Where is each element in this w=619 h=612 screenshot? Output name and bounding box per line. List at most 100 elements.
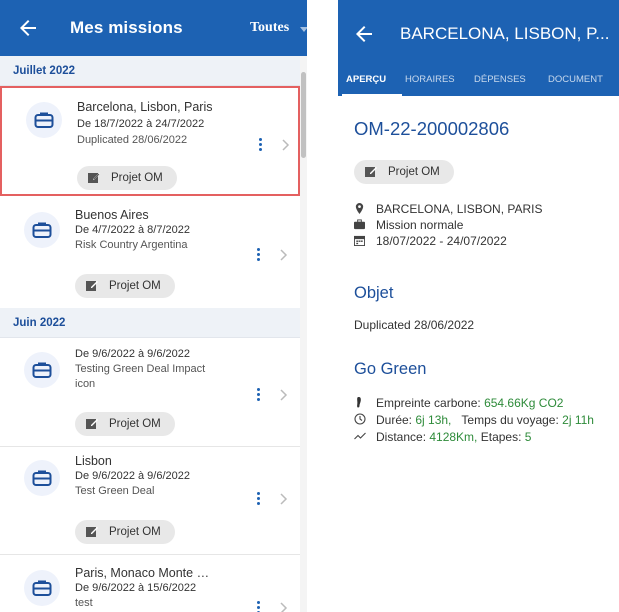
carbon-text: Empreinte carbone: 654.66Kg CO2: [376, 396, 563, 410]
missions-list-panel: Mes missions Toutes Juillet 2022 Barcelo…: [0, 0, 307, 612]
status-chip: Projet OM: [354, 160, 454, 184]
destinations-text: BARCELONA, LISBON, PARIS: [376, 202, 543, 216]
scrollbar-thumb[interactable]: [301, 72, 306, 158]
detail-tabs: APERÇU HORAIRES DÉPENSES DOCUMENT: [338, 66, 619, 96]
briefcase-icon: [26, 102, 62, 138]
chevron-right-icon[interactable]: [278, 601, 288, 612]
chip-label: Projet OM: [109, 418, 161, 430]
tab-apercu[interactable]: APERÇU: [346, 74, 386, 85]
mission-note: icon: [75, 378, 96, 390]
mission-dates: De 9/6/2022 à 9/6/2022: [75, 470, 190, 482]
mission-dates: De 9/6/2022 à 15/6/2022: [75, 582, 197, 594]
edit-icon: [88, 173, 100, 183]
travel-time-value: 2j 11h: [562, 413, 594, 427]
distance-text: Distance: 4128Km, Etapes: 5: [376, 430, 531, 444]
mission-note: Test Green Deal: [75, 485, 155, 497]
status-chip: Projet OM: [75, 412, 175, 436]
chevron-down-icon[interactable]: [300, 27, 307, 32]
steps-value: 5: [524, 430, 532, 444]
tab-documents[interactable]: DOCUMENT: [548, 74, 603, 85]
filter-dropdown[interactable]: Toutes: [250, 20, 289, 36]
status-chip: Projet OM: [77, 166, 177, 190]
mission-note: Risk Country Argentina: [75, 239, 188, 251]
section-header: Juin 2022: [0, 308, 300, 338]
edit-icon: [365, 167, 377, 177]
mission-detail-panel: BARCELONA, LISBON, P... APERÇU HORAIRES …: [338, 0, 619, 612]
section-label: Juin 2022: [13, 317, 66, 329]
briefcase-icon: [354, 219, 365, 230]
distance-label: Distance:: [376, 430, 430, 444]
page-title: Mes missions: [70, 18, 183, 37]
back-arrow-icon[interactable]: [352, 22, 376, 46]
mission-card[interactable]: Barcelona, Lisbon, Paris De 18/7/2022 à …: [0, 86, 300, 196]
chip-label: Projet OM: [109, 526, 161, 538]
chip-label: Projet OM: [109, 280, 161, 292]
tab-horaires[interactable]: HORAIRES: [405, 74, 455, 85]
objet-text: Duplicated 28/06/2022: [354, 318, 475, 332]
om-number: OM-22-200002806: [354, 118, 510, 139]
mission-title: Buenos Aires: [75, 208, 149, 222]
mission-card[interactable]: De 9/6/2022 à 9/6/2022 Testing Green Dea…: [0, 338, 300, 440]
distance-value: 4128Km,: [429, 430, 478, 444]
edit-icon: [86, 281, 98, 291]
chip-label: Projet OM: [388, 166, 440, 178]
location-pin-icon: [355, 203, 364, 214]
status-chip: Projet OM: [75, 520, 175, 544]
mission-dates: De 18/7/2022 à 24/7/2022: [77, 118, 205, 130]
detail-app-bar: BARCELONA, LISBON, P...: [338, 0, 619, 66]
chevron-right-icon[interactable]: [278, 388, 288, 402]
mission-title: Barcelona, Lisbon, Paris: [77, 100, 213, 114]
mission-title: Paris, Monaco Monte …: [75, 566, 210, 580]
more-vert-icon[interactable]: [255, 248, 261, 262]
period-text: 18/07/2022 - 24/07/2022: [376, 234, 507, 248]
mission-dates: De 4/7/2022 à 8/7/2022: [75, 224, 190, 236]
briefcase-icon: [24, 212, 60, 248]
steps-label: Etapes:: [480, 430, 525, 444]
footprint-icon: [357, 397, 361, 408]
mission-dates: Testing Green Deal Impact: [75, 363, 206, 375]
section-header: Juillet 2022: [0, 56, 300, 86]
active-tab-indicator: [342, 94, 402, 97]
carbon-value: 654.66Kg CO2: [484, 396, 564, 410]
mission-type-text: Mission normale: [376, 218, 464, 232]
tab-depenses[interactable]: DÉPENSES: [474, 74, 526, 85]
mission-note: test: [75, 597, 93, 609]
edit-icon: [86, 419, 98, 429]
duration-value: 6j 13h,: [415, 413, 452, 427]
mission-card[interactable]: Lisbon De 9/6/2022 à 9/6/2022 Test Green…: [0, 448, 300, 550]
more-vert-icon[interactable]: [257, 138, 263, 152]
mission-title: De 9/6/2022 à 9/6/2022: [75, 348, 190, 360]
objet-heading: Objet: [354, 284, 394, 302]
chevron-right-icon[interactable]: [278, 248, 288, 262]
more-vert-icon[interactable]: [255, 388, 261, 402]
edit-icon: [86, 527, 98, 537]
section-label: Juillet 2022: [13, 65, 76, 77]
briefcase-icon: [24, 352, 60, 388]
carbon-label: Empreinte carbone:: [376, 396, 485, 410]
mission-title: Lisbon: [75, 454, 112, 468]
mission-card[interactable]: Buenos Aires De 4/7/2022 à 8/7/2022 Risk…: [0, 200, 300, 306]
detail-title: BARCELONA, LISBON, P...: [400, 24, 610, 43]
more-vert-icon[interactable]: [255, 492, 261, 506]
clock-icon: [354, 413, 366, 425]
chevron-right-icon[interactable]: [280, 138, 290, 152]
briefcase-icon: [24, 570, 60, 606]
chevron-right-icon[interactable]: [278, 492, 288, 506]
mission-card[interactable]: Paris, Monaco Monte … De 9/6/2022 à 15/6…: [0, 556, 300, 612]
divider: [0, 446, 300, 447]
go-green-heading: Go Green: [354, 360, 427, 378]
back-arrow-icon[interactable]: [16, 16, 40, 40]
scrollbar[interactable]: [300, 56, 307, 612]
more-vert-icon[interactable]: [255, 601, 261, 612]
briefcase-icon: [24, 460, 60, 496]
calendar-icon: [354, 235, 365, 246]
duration-text: Durée: 6j 13h, Temps du voyage: 2j 11h: [376, 413, 594, 427]
divider: [0, 554, 300, 555]
missions-app-bar: Mes missions Toutes: [0, 0, 307, 56]
mission-note: Duplicated 28/06/2022: [77, 134, 188, 146]
status-chip: Projet OM: [75, 274, 175, 298]
chip-label: Projet OM: [111, 172, 163, 184]
duration-label: Durée:: [376, 413, 416, 427]
travel-time-label: Temps du voyage:: [461, 413, 563, 427]
trending-line-icon: [354, 432, 366, 440]
